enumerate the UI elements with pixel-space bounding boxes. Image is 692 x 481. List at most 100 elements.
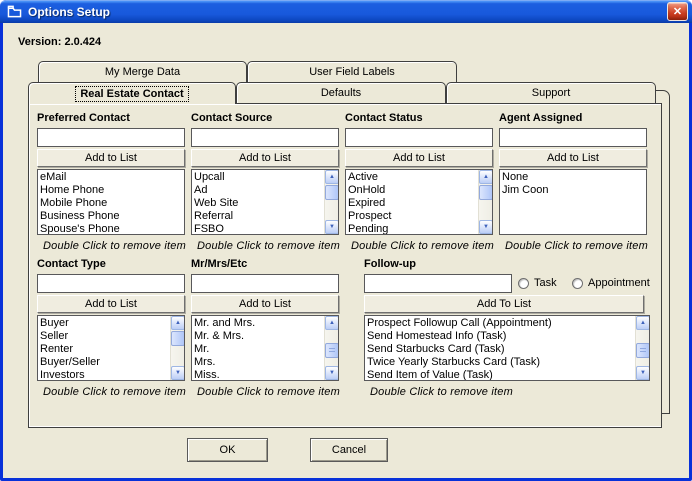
scroll-down-icon[interactable]: ▼: [171, 366, 184, 380]
window-form-icon: [7, 5, 23, 19]
window-title: Options Setup: [28, 4, 110, 19]
list-item[interactable]: Mr. & Mrs.: [194, 330, 338, 343]
list-item[interactable]: Jim Coon: [502, 184, 646, 197]
scrollbar-thumb[interactable]: [325, 185, 338, 200]
radio-appointment[interactable]: Appointment: [572, 277, 650, 289]
scroll-up-icon[interactable]: ▲: [325, 170, 338, 184]
list-item[interactable]: Renter: [40, 343, 184, 356]
scroll-up-icon[interactable]: ▲: [479, 170, 492, 184]
list-item[interactable]: Twice Yearly Starbucks Card (Task): [367, 356, 649, 369]
list-item[interactable]: Mrs.: [194, 356, 338, 369]
tab-label: Support: [531, 87, 571, 99]
scrollbar[interactable]: ▲ ▼: [170, 316, 184, 380]
contact-status-list[interactable]: Active OnHold Expired Prospect Pending ▲…: [345, 169, 493, 235]
scroll-down-icon[interactable]: ▼: [479, 220, 492, 234]
real-estate-contact-page: Preferred Contact Add to List eMail Home…: [28, 103, 662, 428]
list-item[interactable]: eMail: [40, 171, 184, 184]
follow-up-input[interactable]: [364, 274, 512, 293]
list-item[interactable]: Buyer: [40, 317, 184, 330]
tab-user-field-labels[interactable]: User Field Labels: [247, 61, 457, 82]
list-item[interactable]: Home Phone: [40, 184, 184, 197]
add-to-list-button[interactable]: Add to List: [499, 149, 647, 167]
dialog-client-area: Version: 2.0.424 My Merge Data User Fiel…: [3, 23, 689, 478]
tab-real-estate-contact[interactable]: Real Estate Contact: [28, 82, 236, 104]
tab-support[interactable]: Support: [446, 82, 656, 103]
version-label: Version: 2.0.424: [18, 36, 102, 48]
scrollbar-thumb[interactable]: [479, 185, 492, 200]
scroll-up-icon[interactable]: ▲: [171, 316, 184, 330]
list-item[interactable]: None: [502, 171, 646, 184]
list-item[interactable]: Ad: [194, 184, 338, 197]
options-setup-window: Options Setup ✕ Version: 2.0.424 My Merg…: [0, 0, 692, 481]
contact-status-input[interactable]: [345, 128, 493, 147]
contact-type-input[interactable]: [37, 274, 185, 293]
scrollbar[interactable]: ▲ ▼: [324, 316, 338, 380]
list-item[interactable]: Send Homestead Info (Task): [367, 330, 649, 343]
contact-source-input[interactable]: [191, 128, 339, 147]
list-item[interactable]: Investors: [40, 369, 184, 380]
remove-hint: Double Click to remove item: [43, 240, 186, 252]
add-to-list-button[interactable]: Add to List: [345, 149, 493, 167]
section-title: Mr/Mrs/Etc: [191, 258, 248, 270]
add-to-list-button[interactable]: Add to List: [37, 149, 185, 167]
list-item[interactable]: Prospect Followup Call (Appointment): [367, 317, 649, 330]
list-item[interactable]: OnHold: [348, 184, 492, 197]
tab-label: Defaults: [320, 87, 362, 99]
tab-label: User Field Labels: [309, 66, 395, 78]
cancel-button[interactable]: Cancel: [310, 438, 388, 462]
section-title: Contact Status: [345, 112, 423, 124]
list-item[interactable]: Mr.: [194, 343, 338, 356]
scrollbar-thumb[interactable]: [636, 343, 649, 358]
contact-type-list[interactable]: Buyer Seller Renter Buyer/Seller Investo…: [37, 315, 185, 381]
scrollbar-thumb[interactable]: [171, 331, 184, 346]
add-to-list-button[interactable]: Add to List: [191, 149, 339, 167]
preferred-contact-input[interactable]: [37, 128, 185, 147]
scroll-down-icon[interactable]: ▼: [325, 220, 338, 234]
list-item[interactable]: Business Phone: [40, 210, 184, 223]
scrollbar[interactable]: ▲ ▼: [478, 170, 492, 234]
radio-circle-icon[interactable]: [518, 277, 529, 289]
list-item[interactable]: Active: [348, 171, 492, 184]
follow-up-list[interactable]: Prospect Followup Call (Appointment) Sen…: [364, 315, 650, 381]
scrollbar-thumb[interactable]: [325, 343, 338, 358]
close-button[interactable]: ✕: [667, 2, 688, 21]
remove-hint: Double Click to remove item: [370, 386, 513, 398]
add-to-list-button[interactable]: Add to List: [191, 295, 339, 313]
scroll-down-icon[interactable]: ▼: [636, 366, 649, 380]
mr-mrs-etc-input[interactable]: [191, 274, 339, 293]
list-item[interactable]: Upcall: [194, 171, 338, 184]
tab-my-merge-data[interactable]: My Merge Data: [38, 61, 247, 82]
list-item[interactable]: Spouse's Phone: [40, 223, 184, 234]
radio-circle-icon[interactable]: [572, 277, 583, 289]
list-item[interactable]: Web Site: [194, 197, 338, 210]
agent-assigned-list[interactable]: None Jim Coon: [499, 169, 647, 235]
list-item[interactable]: Prospect: [348, 210, 492, 223]
tab-defaults[interactable]: Defaults: [236, 82, 446, 103]
list-item[interactable]: FSBO: [194, 223, 338, 234]
agent-assigned-input[interactable]: [499, 128, 647, 147]
radio-task[interactable]: Task: [518, 277, 557, 289]
scroll-down-icon[interactable]: ▼: [325, 366, 338, 380]
preferred-contact-list[interactable]: eMail Home Phone Mobile Phone Business P…: [37, 169, 185, 235]
scrollbar[interactable]: ▲ ▼: [635, 316, 649, 380]
list-item[interactable]: Buyer/Seller: [40, 356, 184, 369]
mr-mrs-etc-list[interactable]: Mr. and Mrs. Mr. & Mrs. Mr. Mrs. Miss. ▲…: [191, 315, 339, 381]
contact-source-list[interactable]: Upcall Ad Web Site Referral FSBO ▲ ▼: [191, 169, 339, 235]
add-to-list-button[interactable]: Add to List: [37, 295, 185, 313]
list-item[interactable]: Expired: [348, 197, 492, 210]
section-title: Contact Type: [37, 258, 106, 270]
scroll-up-icon[interactable]: ▲: [636, 316, 649, 330]
section-title: Contact Source: [191, 112, 273, 124]
list-item[interactable]: Pending: [348, 223, 492, 234]
list-item[interactable]: Send Starbucks Card (Task): [367, 343, 649, 356]
list-item[interactable]: Send Item of Value (Task): [367, 369, 649, 380]
add-to-list-button[interactable]: Add To List: [364, 295, 644, 313]
scroll-up-icon[interactable]: ▲: [325, 316, 338, 330]
list-item[interactable]: Referral: [194, 210, 338, 223]
ok-button[interactable]: OK: [187, 438, 268, 462]
list-item[interactable]: Mobile Phone: [40, 197, 184, 210]
scrollbar[interactable]: ▲ ▼: [324, 170, 338, 234]
list-item[interactable]: Miss.: [194, 369, 338, 380]
list-item[interactable]: Mr. and Mrs.: [194, 317, 338, 330]
list-item[interactable]: Seller: [40, 330, 184, 343]
